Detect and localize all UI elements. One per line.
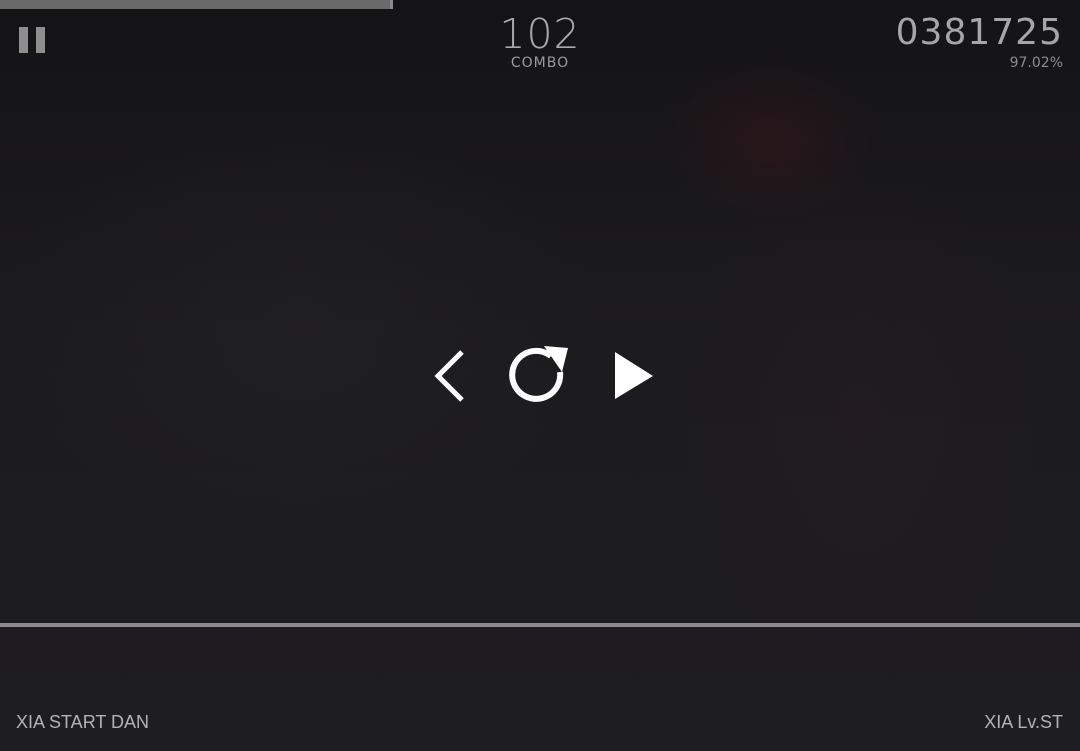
combo-count: 102 (499, 10, 581, 58)
play-icon (615, 352, 653, 399)
combo-display: 102 COMBO (440, 12, 640, 71)
judge-line (0, 623, 1080, 627)
song-progress-fill (0, 0, 394, 9)
pause-icon (19, 27, 28, 53)
pause-icon-bar (36, 27, 45, 53)
score-display: 0381725 97.02% (896, 12, 1063, 71)
chevron-left-icon (434, 350, 464, 402)
song-title: XIA START DAN (16, 712, 150, 732)
accuracy-value: 97.02% (1009, 55, 1063, 71)
pause-button[interactable] (19, 27, 47, 53)
retry-button[interactable] (506, 340, 570, 412)
back-button[interactable] (418, 340, 482, 412)
chart-level: XIA Lv.ST (984, 712, 1063, 732)
pause-menu-controls (0, 340, 1080, 412)
combo-label: COMBO (510, 55, 570, 71)
resume-button[interactable] (600, 340, 664, 412)
retry-icon (509, 346, 568, 402)
score-value: 0381725 (895, 12, 1063, 53)
song-progress-bar (0, 0, 1080, 9)
